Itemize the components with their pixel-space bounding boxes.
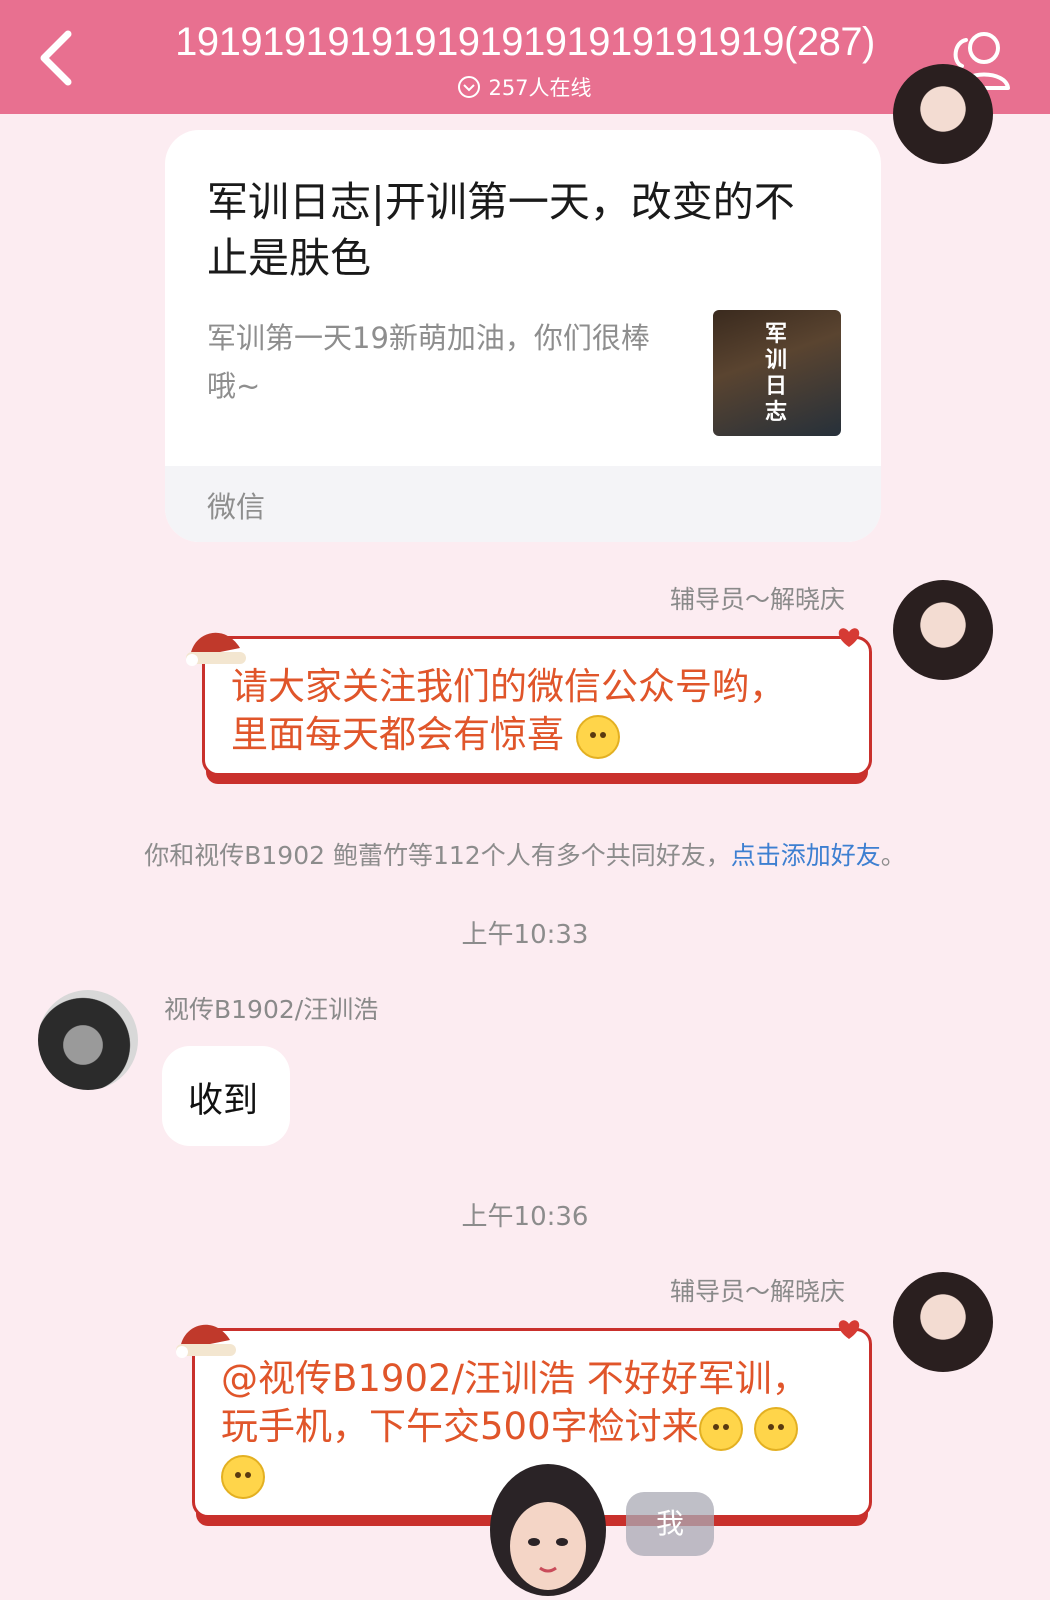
avatar[interactable] xyxy=(893,64,993,164)
shared-article-card[interactable]: 军训日志|开训第一天，改变的不止是肤色 军训第一天19新萌加油，你们很棒哦~ 军… xyxy=(165,130,881,542)
me-button[interactable]: 我 xyxy=(626,1492,714,1556)
chat-header: 1919191919191919191919191919(287) 257人在线 xyxy=(0,0,1050,114)
message-line: 玩手机，下午交500字检讨来 xyxy=(221,1403,861,1451)
message-line-text: 玩手机，下午交500字检讨来 xyxy=(221,1405,699,1448)
heart-icon xyxy=(838,1320,860,1339)
cartoon-avatar-icon[interactable] xyxy=(468,1460,628,1600)
article-title: 军训日志|开训第一天，改变的不止是肤色 xyxy=(207,178,795,282)
article-source-bar: 微信 xyxy=(165,466,881,542)
notice-text: 你和视传B1902 鲍蕾竹等112个人有多个共同好友， xyxy=(144,841,731,870)
sender-name: 视传B1902/汪训浩 xyxy=(164,995,379,1024)
shy-emoji-icon xyxy=(221,1454,265,1499)
mutual-friends-notice: 你和视传B1902 鲍蕾竹等112个人有多个共同好友，点击添加好友。 xyxy=(0,836,1050,872)
message-text: 请大家关注我们的微信公众号哟， 里面每天都会有惊喜 xyxy=(231,663,851,759)
message-line: 里面每天都会有惊喜 xyxy=(231,711,851,759)
avatar[interactable] xyxy=(893,1272,993,1372)
avatar[interactable] xyxy=(893,580,993,680)
online-status: 257人在线 xyxy=(300,72,750,102)
christmas-hat-icon xyxy=(176,1324,236,1358)
message-line: @视传B1902/汪训浩 不好好军训， xyxy=(221,1357,809,1400)
notice-period: 。 xyxy=(880,841,906,870)
thumbnail-title: 军训日志 xyxy=(764,322,787,425)
article-source: 微信 xyxy=(207,490,266,524)
sender-name: 辅导员～解晓庆 xyxy=(670,1277,846,1306)
add-friend-link[interactable]: 点击添加好友 xyxy=(731,841,881,870)
message-text: 收到 xyxy=(188,1081,259,1121)
heart-icon xyxy=(838,628,860,647)
back-chevron-icon[interactable] xyxy=(30,28,90,88)
timestamp: 上午10:36 xyxy=(461,1202,589,1232)
message-line-text: 里面每天都会有惊喜 xyxy=(231,713,564,756)
message-line: 请大家关注我们的微信公众号哟， xyxy=(231,665,786,708)
shy-emoji-icon xyxy=(754,1406,799,1451)
grin-emoji-icon xyxy=(575,714,620,759)
timestamp: 上午10:33 xyxy=(461,920,589,950)
online-count: 257人在线 xyxy=(488,76,592,100)
message-bubble[interactable]: 请大家关注我们的微信公众号哟， 里面每天都会有惊喜 xyxy=(202,636,872,776)
avatar[interactable] xyxy=(38,990,138,1090)
sender-name: 辅导员～解晓庆 xyxy=(670,585,846,614)
message-bubble[interactable]: 收到 xyxy=(162,1046,290,1146)
christmas-hat-icon xyxy=(186,632,246,666)
article-thumbnail: 军训日志 xyxy=(713,310,841,436)
group-title: 1919191919191919191919191919(287) xyxy=(175,20,875,64)
article-description: 军训第一天19新萌加油，你们很棒哦~ xyxy=(207,321,650,403)
online-check-icon xyxy=(458,76,481,98)
shy-emoji-icon xyxy=(698,1406,743,1451)
